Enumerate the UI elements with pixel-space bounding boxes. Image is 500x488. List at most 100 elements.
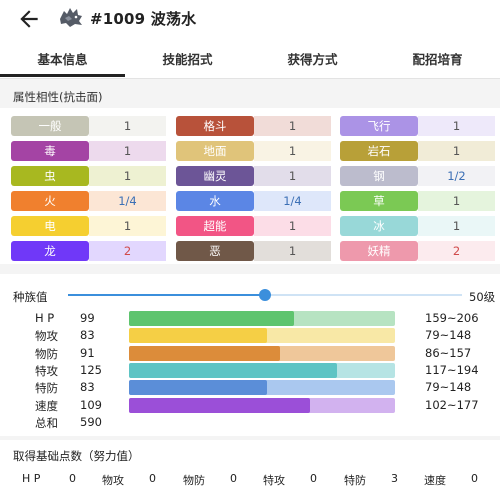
type-chip[interactable]: 毒 (11, 141, 89, 161)
stat-range: 79~148 (425, 328, 472, 343)
stat-bar-fill (129, 380, 267, 396)
type-cell: 幽灵 1 (176, 166, 331, 186)
stat-bar-fill (129, 397, 311, 413)
type-chip[interactable]: 妖精 (340, 241, 418, 261)
type-multiplier: 1 (254, 141, 331, 161)
type-cell: 虫1 (11, 166, 166, 186)
type-multiplier: 1 (89, 216, 166, 236)
stat-range: 86~157 (425, 345, 472, 360)
stat-bar-track (129, 311, 395, 326)
tab-builds[interactable]: 配招培育 (375, 49, 500, 68)
stat-bar-fill (129, 362, 337, 378)
stat-bar-fill (129, 328, 267, 344)
stat-bar-fill (129, 311, 294, 326)
stat-row: 特防 83 79~148 (0, 379, 500, 396)
type-multiplier: 1 (254, 241, 331, 261)
type-chip[interactable]: 格斗 (176, 116, 254, 136)
stat-total-value: 590 (80, 415, 102, 429)
type-cell: 妖精 2 (340, 241, 495, 261)
tab-basic-info[interactable]: 基本信息 (0, 49, 125, 68)
type-cell: 一般 1 (11, 116, 166, 136)
type-cell: 火 1/4 (11, 191, 166, 211)
ev-stat-name: 物攻 (102, 474, 124, 487)
type-multiplier: 1 (418, 141, 495, 161)
type-effectiveness-title: 属性相性(抗击面) (13, 90, 103, 104)
ev-stat-value: 0 (471, 472, 478, 485)
type-cell: 恶1 (176, 241, 331, 261)
stat-range: 79~148 (425, 380, 472, 395)
type-multiplier: 1/2 (418, 166, 495, 186)
tab-bar: 基本信息 技能招式 获得方式 配招培育 (0, 38, 500, 79)
stat-total-row: 总和 590 (0, 414, 500, 431)
stat-name: 物攻 (35, 329, 58, 344)
type-chip[interactable]: 地面 (176, 141, 254, 161)
type-chip[interactable]: 火 (11, 191, 89, 211)
stat-value: 83 (80, 380, 95, 395)
type-chip[interactable]: 虫 (11, 166, 89, 186)
back-arrow-icon[interactable] (16, 6, 42, 32)
type-cell: 水 1/4 (176, 191, 331, 211)
type-chip[interactable]: 飞行 (340, 116, 418, 136)
stat-range: 159~206 (425, 311, 479, 325)
stat-bar-track (129, 380, 395, 396)
active-tab-indicator (0, 74, 125, 77)
stat-bar-track (129, 328, 395, 344)
type-effectiveness-card: 一般 1 格斗 1 飞行 1 毒 1 地面 1 岩石 1 虫 1 幽灵 1 钢 1/2 火 1/4 水 1/4 草 1 电 1 超能… (0, 108, 500, 264)
tab-obtain[interactable]: 获得方式 (250, 49, 375, 68)
level-slider-thumb[interactable] (259, 289, 271, 301)
type-chip[interactable]: 水 (176, 191, 254, 211)
stat-value: 109 (80, 397, 102, 412)
level-slider[interactable] (68, 289, 462, 301)
type-chip[interactable]: 幽灵 (176, 166, 254, 186)
type-cell: 毒1 (11, 141, 166, 161)
ev-yield-title: 取得基础点数（努力值） (13, 449, 140, 463)
ev-stat-value: 0 (310, 472, 317, 485)
type-cell: 草1 (340, 191, 495, 211)
type-cell: 地面 1 (176, 141, 331, 161)
stat-row: 物防 91 86~157 (0, 345, 500, 362)
app-bar: #1009 波荡水 (0, 0, 500, 38)
tab-moves[interactable]: 技能招式 (125, 49, 250, 68)
type-cell: 格斗 1 (176, 116, 331, 136)
type-chip[interactable]: 恶 (176, 241, 254, 261)
ev-stat-name: 特攻 (263, 474, 285, 487)
stat-row: 特攻 125 117~194 (0, 362, 500, 379)
stat-value: 125 (80, 362, 102, 377)
stat-name: 速度 (35, 398, 58, 413)
stat-value: 99 (80, 311, 95, 325)
type-chip[interactable]: 岩石 (340, 141, 418, 161)
type-chip[interactable]: 一般 (11, 116, 89, 136)
type-chip[interactable]: 超能 (176, 216, 254, 236)
type-multiplier: 2 (89, 241, 166, 261)
stat-name: 特防 (35, 381, 58, 396)
type-multiplier: 1 (418, 191, 495, 211)
stat-bar-track (129, 362, 395, 378)
type-cell: 岩石 1 (340, 141, 495, 161)
stat-bar-track (129, 345, 395, 361)
ev-stat-name: 特防 (344, 474, 366, 487)
ev-stat-value: 0 (149, 472, 156, 485)
type-chip[interactable]: 龙 (11, 241, 89, 261)
type-multiplier: 1 (89, 141, 166, 161)
type-multiplier: 1 (89, 116, 166, 136)
type-cell: 冰1 (340, 216, 495, 236)
stat-bar-track (129, 397, 395, 413)
level-value: 50级 (469, 290, 496, 304)
stat-row: 速度 109 102~177 (0, 397, 500, 414)
type-chip[interactable]: 草 (340, 191, 418, 211)
ev-stat-name: H P (22, 472, 41, 485)
stat-name: 物防 (35, 346, 58, 361)
stat-row: H P 99 159~206 (0, 310, 500, 327)
type-chip[interactable]: 冰 (340, 216, 418, 236)
type-multiplier: 1 (418, 216, 495, 236)
type-chip[interactable]: 电 (11, 216, 89, 236)
type-cell: 钢 1/2 (340, 166, 495, 186)
type-multiplier: 1/4 (254, 191, 331, 211)
type-chip[interactable]: 钢 (340, 166, 418, 186)
stat-bar-fill (129, 345, 281, 361)
ev-stat-name: 速度 (424, 474, 446, 487)
type-cell: 超能 1 (176, 216, 331, 236)
base-stats-label: 种族值 (13, 290, 48, 304)
level-slider-fill (68, 294, 265, 296)
type-multiplier: 1 (254, 216, 331, 236)
